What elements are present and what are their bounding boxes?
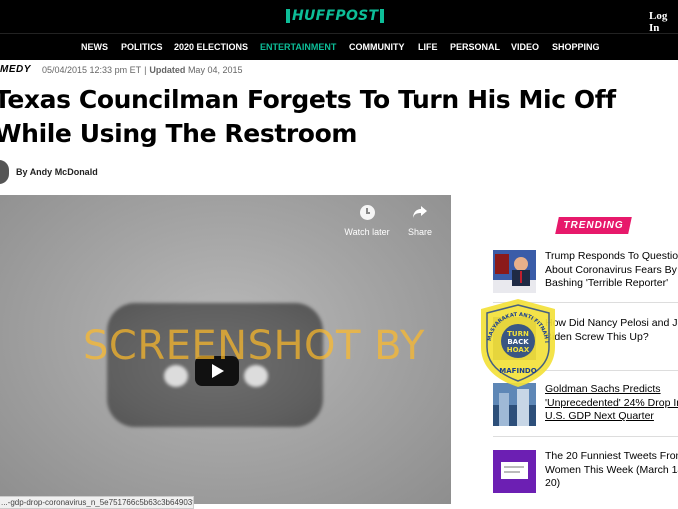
svg-text:HOAX: HOAX	[507, 346, 530, 354]
nav-item-politics[interactable]: POLITICS	[121, 42, 163, 52]
trending-label: TRENDING	[555, 217, 632, 234]
trending-thumbnail	[493, 450, 536, 493]
turnbackhoax-badge: MASYARAKAT ANTI FITNAH INDONESIA TURN BA…	[477, 297, 555, 387]
top-bar: HUFFPOST Log In	[0, 0, 678, 34]
nav-item-2020-elections[interactable]: 2020 ELECTIONS	[174, 42, 248, 52]
svg-text:BACK: BACK	[507, 338, 529, 346]
login-link[interactable]: Log In	[649, 10, 678, 34]
nav-item-entertainment[interactable]: ENTERTAINMENT	[260, 42, 336, 52]
article-headline: Texas Councilman Forgets To Turn His Mic…	[0, 85, 616, 148]
trending-thumbnail	[493, 383, 536, 426]
screenshot-watermark: SCREENSHOT BY	[83, 323, 425, 369]
clock-icon	[359, 205, 375, 220]
nav-item-shopping[interactable]: SHOPPING	[552, 42, 600, 52]
trending-headline[interactable]: Trump Responds To Questions About Corona…	[545, 250, 678, 291]
svg-text:TURN: TURN	[507, 330, 529, 338]
article-dates: 05/04/2015 12:33 pm ET | Updated May 04, 2…	[42, 65, 242, 75]
share-icon	[413, 206, 427, 218]
nav-item-life[interactable]: LIFE	[418, 42, 438, 52]
updated-label: Updated	[149, 65, 186, 75]
nav-item-video[interactable]: VIDEO	[511, 42, 539, 52]
watch-later-button[interactable]: Watch later	[337, 205, 397, 237]
published-date: 05/04/2015 12:33 pm ET	[42, 65, 142, 75]
svg-text:MAFINDO: MAFINDO	[499, 367, 536, 375]
date-separator: |	[144, 65, 147, 75]
byline: By Andy McDonald	[16, 167, 98, 177]
share-button[interactable]: Share	[390, 205, 450, 237]
huffpost-logo[interactable]: HUFFPOST	[284, 8, 386, 24]
nav-item-community[interactable]: COMMUNITY	[349, 42, 405, 52]
trending-thumbnail	[493, 250, 536, 293]
updated-date: May 04, 2015	[187, 65, 243, 75]
author-avatar[interactable]	[0, 160, 9, 184]
browser-status-bar: ...-gdp-drop-coronavirus_n_5e751766c5b63…	[0, 496, 194, 509]
nav-item-personal[interactable]: PERSONAL	[450, 42, 500, 52]
nav-item-news[interactable]: NEWS	[81, 42, 108, 52]
author-link[interactable]: Andy McDonald	[30, 167, 98, 177]
trending-headline[interactable]: Goldman Sachs Predicts 'Unprecedented' 2…	[545, 383, 678, 424]
trending-headline[interactable]: The 20 Funniest Tweets From Women This W…	[545, 450, 678, 491]
main-nav: NEWS POLITICS 2020 ELECTIONS ENTERTAINME…	[0, 33, 678, 60]
trending-headline[interactable]: How Did Nancy Pelosi and Joe Biden Screw…	[545, 317, 678, 344]
section-label[interactable]: MEDY	[0, 64, 31, 75]
